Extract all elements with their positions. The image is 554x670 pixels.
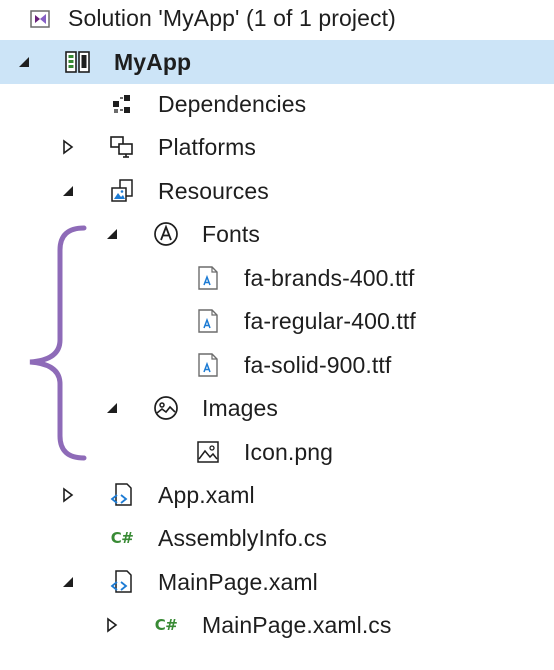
annotation-bracket [29, 225, 87, 461]
